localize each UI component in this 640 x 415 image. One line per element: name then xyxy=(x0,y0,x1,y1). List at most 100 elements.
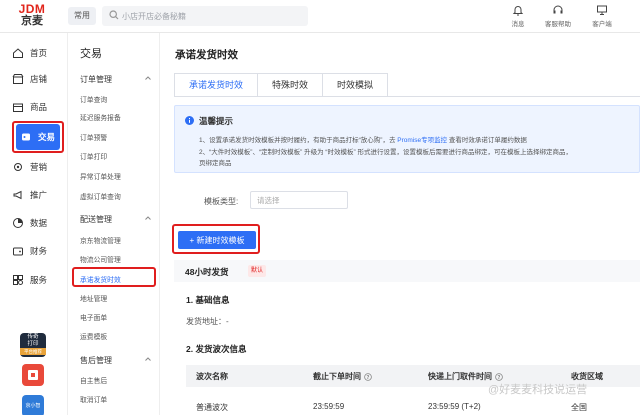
new-template-button[interactable]: + 新建时效模板 xyxy=(178,231,256,249)
help-circle-icon[interactable]: ? xyxy=(364,372,372,381)
ship-address-row: 发货地址：- xyxy=(186,317,229,326)
logo-top-text: JDM xyxy=(18,2,46,16)
box-icon xyxy=(13,103,23,112)
print-app-text-3: 平台推荐 xyxy=(20,348,46,355)
messages-button[interactable]: 消息 xyxy=(498,4,538,28)
group-delivery-label: 配送管理 xyxy=(80,215,112,224)
print-app-text-1: 传奇 xyxy=(27,334,39,340)
submenu-item-promise-ship-time[interactable]: 承诺发货时效 xyxy=(80,274,121,284)
bell-icon xyxy=(512,6,524,16)
promise-monitor-link[interactable]: Promise专项监控 xyxy=(397,137,447,144)
submenu-group-order[interactable]: 订单管理 xyxy=(80,74,152,85)
client-button[interactable]: 客户端 xyxy=(582,4,622,28)
tips-panel: 温馨提示 1、设置承诺发货时效模板并按时履约，有助于商品打标“放心购”，去 Pr… xyxy=(174,105,640,173)
client-label: 客户端 xyxy=(592,21,612,28)
submenu-item-order-print[interactable]: 订单打印 xyxy=(80,151,107,161)
service-icon xyxy=(13,275,23,285)
nav-item-store[interactable]: 店铺 xyxy=(12,68,66,90)
tab-divider xyxy=(174,96,640,97)
favorites-button[interactable]: 常用 xyxy=(68,7,96,25)
submenu-item-order-query[interactable]: 订单查询 xyxy=(80,94,107,104)
submenu-group-aftersale[interactable]: 售后管理 xyxy=(80,355,152,366)
tips-line-1-b: 查看时效承诺订单履约数据 xyxy=(448,137,527,144)
nav-promo-label: 推广 xyxy=(30,190,48,200)
tips-title: 温馨提示 xyxy=(199,116,234,126)
submenu-item-delay-report[interactable]: 延迟服务报备 xyxy=(80,112,121,122)
submenu-item-self-aftersale[interactable]: 自主售后 xyxy=(80,375,107,385)
help-button[interactable]: 客服帮助 xyxy=(538,4,578,28)
nav-home-label: 首页 xyxy=(30,48,48,58)
tab-promise-ship-time[interactable]: 承诺发货时效 xyxy=(174,73,259,97)
svg-text:?: ? xyxy=(498,375,501,381)
help-label: 客服帮助 xyxy=(545,21,571,28)
search-input[interactable] xyxy=(122,8,302,24)
watermark: @好麦麦科技说运营 xyxy=(488,384,588,396)
nav-item-marketing[interactable]: 营销 xyxy=(12,156,66,178)
nav-goods-label: 商品 xyxy=(30,102,48,112)
jingxiaozhi-app-icon[interactable]: 京小智 xyxy=(22,395,44,415)
nav-item-promo[interactable]: 推广 xyxy=(12,184,66,206)
home-icon xyxy=(13,48,23,58)
col-wave-name: 波次名称 xyxy=(196,371,228,382)
print-app-text-2: 打印 xyxy=(27,341,39,347)
tips-line-1: 1、设置承诺发货时效模板并按时履约，有助于商品打标“放心购”，去 Promise… xyxy=(199,134,527,144)
wallet-icon xyxy=(13,247,23,256)
print-app-badge[interactable]: 传奇 打印 平台推荐 xyxy=(20,333,46,357)
logo-bottom-text: 京麦 xyxy=(21,15,43,27)
info-icon xyxy=(185,116,194,125)
default-badge: 默认 xyxy=(248,265,267,277)
nav-item-trade[interactable]: 交易 xyxy=(16,124,60,150)
gear-icon xyxy=(14,163,22,171)
chevron-up-icon xyxy=(145,76,151,80)
template-section-header: 48小时发货 默认 xyxy=(174,260,640,282)
group-aftersale-label: 售后管理 xyxy=(80,356,112,365)
top-bar: JDM 京麦 常用 消息 客服帮助 客户端 xyxy=(0,0,640,33)
nav-finance-label: 财务 xyxy=(30,246,48,256)
row-pickup: 23:59:59 (T+2) xyxy=(428,402,481,411)
store-icon xyxy=(12,74,24,84)
submenu-item-virtual-order[interactable]: 虚拟订单查询 xyxy=(80,191,121,201)
search-box[interactable] xyxy=(102,6,308,26)
submenu-item-e-waybill[interactable]: 电子面单 xyxy=(80,312,107,322)
submenu-item-logistics-company[interactable]: 物流公司管理 xyxy=(80,254,121,264)
jdm-logo[interactable]: JDM 京麦 xyxy=(12,3,52,27)
megaphone-icon xyxy=(13,190,22,200)
template-type-select[interactable]: 请选择 xyxy=(250,191,348,209)
nav-store-label: 店铺 xyxy=(30,74,48,84)
headset-icon xyxy=(553,5,563,14)
template-title: 48小时发货 xyxy=(185,267,229,277)
row-wave-name: 普通波次 xyxy=(196,403,228,412)
submenu-item-freight-template[interactable]: 运费模板 xyxy=(80,331,107,341)
nav-item-service[interactable]: 服务 xyxy=(12,269,66,291)
tab-bar: 承诺发货时效 特殊时效 时效模拟 xyxy=(174,73,389,97)
nav-item-finance[interactable]: 财务 xyxy=(12,240,66,262)
chart-icon xyxy=(13,218,23,228)
submenu-item-address[interactable]: 地址管理 xyxy=(80,293,107,303)
col-cutoff-label: 截止下单时间 xyxy=(313,372,361,381)
main-content: 承诺发货时效 承诺发货时效 特殊时效 时效模拟 温馨提示 1、设置承诺发货时效模… xyxy=(160,33,640,415)
app-square-icon xyxy=(28,370,38,380)
basic-info-heading: 1. 基础信息 xyxy=(186,295,230,305)
nav-item-home[interactable]: 首页 xyxy=(12,42,66,64)
chevron-up-icon xyxy=(145,216,151,220)
help-circle-icon[interactable]: ? xyxy=(495,372,503,381)
nav-item-data[interactable]: 数据 xyxy=(12,212,66,234)
row-area: 全国 xyxy=(571,403,587,412)
monitor-icon xyxy=(597,5,607,15)
row-cutoff: 23:59:59 xyxy=(313,402,345,411)
submenu-group-delivery[interactable]: 配送管理 xyxy=(80,214,152,225)
search-icon xyxy=(109,10,119,20)
red-app-icon[interactable] xyxy=(22,364,44,386)
nav-item-goods[interactable]: 商品 xyxy=(12,96,66,118)
jingxiaozhi-label: 京小智 xyxy=(25,403,41,409)
submenu-item-exception-order[interactable]: 异常订单处理 xyxy=(80,171,121,181)
tab-special-time[interactable]: 特殊时效 xyxy=(258,73,324,97)
submenu-item-jd-logistics[interactable]: 京东物流管理 xyxy=(80,235,121,245)
col-cutoff-time: 截止下单时间 ? xyxy=(313,371,372,382)
submenu-item-cancel-order[interactable]: 取消订单 xyxy=(80,394,107,404)
template-type-label: 模板类型: xyxy=(204,197,239,206)
submenu-item-order-warning[interactable]: 订单预警 xyxy=(80,132,107,142)
tab-time-simulation[interactable]: 时效模拟 xyxy=(323,73,389,97)
nav-data-label: 数据 xyxy=(30,218,48,228)
group-order-label: 订单管理 xyxy=(80,75,112,84)
